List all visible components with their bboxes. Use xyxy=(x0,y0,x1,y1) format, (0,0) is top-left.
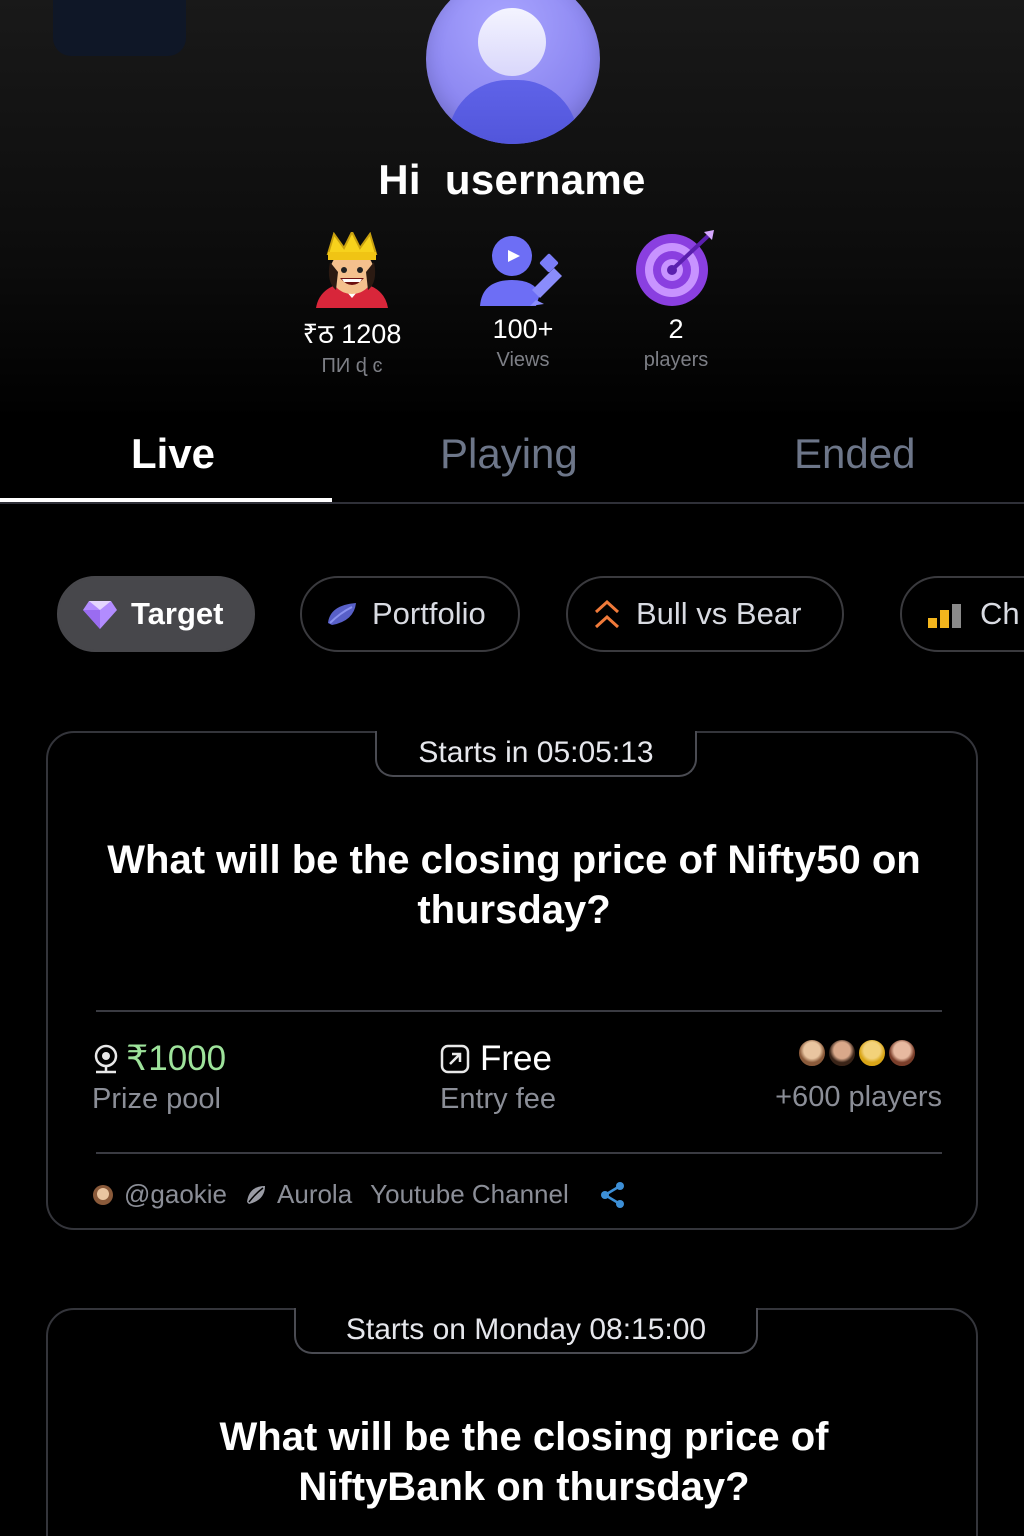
divider xyxy=(96,1010,942,1012)
tab-ended[interactable]: Ended xyxy=(794,430,915,478)
contest-card[interactable]: Starts on Monday 08:15:00 What will be t… xyxy=(46,1308,978,1536)
share-icon[interactable] xyxy=(599,1181,627,1209)
contest-card[interactable]: Starts in 05:05:13 What will be the clos… xyxy=(46,731,978,1230)
coins-value: ₹ठ 1208 xyxy=(302,319,402,349)
avatar-head xyxy=(478,8,546,76)
players-value: 2 xyxy=(668,314,684,344)
entry-fee: Free Entry fee xyxy=(440,1039,556,1116)
contest-question: What will be the closing price of NiftyB… xyxy=(219,1415,829,1509)
coins-label: ПИ ɖ ͼ xyxy=(321,355,383,377)
king-emoji-icon xyxy=(316,232,388,308)
players-label: +600 players xyxy=(775,1081,942,1113)
channel-name[interactable]: Youtube Channel xyxy=(370,1179,569,1210)
external-link-icon xyxy=(440,1044,470,1074)
target-icon xyxy=(636,230,714,306)
fee-label: Entry fee xyxy=(440,1083,557,1115)
sponsor-leaf-icon xyxy=(245,1184,267,1206)
fee-value: Free xyxy=(480,1039,552,1078)
players-count: +600 players xyxy=(754,1039,942,1114)
arrows-icon xyxy=(592,599,622,629)
chip-portfolio-label: Portfolio xyxy=(372,596,486,631)
player-avatar xyxy=(798,1039,826,1067)
player-avatars xyxy=(754,1039,916,1073)
creator-avatar xyxy=(92,1184,114,1206)
chip-chart-label: Ch xyxy=(980,596,1020,631)
prize-label: Prize pool xyxy=(92,1083,221,1115)
chip-portfolio[interactable]: Portfolio xyxy=(300,576,520,652)
divider xyxy=(96,1152,942,1154)
sponsor-name[interactable]: Aurola xyxy=(277,1179,352,1210)
countdown-badge: Starts on Monday 08:15:00 xyxy=(294,1308,758,1354)
tab-live[interactable]: Live xyxy=(131,430,215,478)
countdown-badge: Starts in 05:05:13 xyxy=(375,731,697,777)
tab-bar: Live Playing Ended xyxy=(0,420,1024,504)
diamond-icon xyxy=(83,599,117,629)
contest-home-screen: Hi username ₹ठ 1208 ПИ ɖ ͼ 100+ Views 2 … xyxy=(0,0,1024,1536)
creator-handle[interactable]: @gaokie xyxy=(124,1179,227,1210)
app-badge[interactable] xyxy=(53,0,186,56)
contest-question: What will be the closing price of Nifty5… xyxy=(107,838,921,932)
profile-avatar[interactable] xyxy=(426,0,600,144)
greeting-hi: Hi xyxy=(378,156,421,203)
leaf-icon xyxy=(326,601,358,627)
prize-value: ₹1000 xyxy=(126,1039,227,1078)
chip-bull-vs-bear[interactable]: Bull vs Bear xyxy=(566,576,844,652)
username: username xyxy=(444,156,646,203)
stat-players: 2 players xyxy=(586,228,766,372)
player-avatar xyxy=(828,1039,856,1067)
players-label: players xyxy=(643,349,709,371)
bar-chart-icon xyxy=(926,600,966,628)
prize-pool: ₹1000 Prize pool xyxy=(92,1039,226,1116)
player-avatar xyxy=(888,1039,916,1067)
trophy-icon xyxy=(92,1044,120,1074)
stat-coins: ₹ठ 1208 ПИ ɖ ͼ xyxy=(262,228,442,378)
card-footer: @gaokie Aurola Youtube Channel xyxy=(92,1179,637,1210)
chip-bull-label: Bull vs Bear xyxy=(636,596,802,631)
greeting: Hi username xyxy=(0,156,1024,204)
active-tab-indicator xyxy=(0,498,332,502)
tab-playing[interactable]: Playing xyxy=(440,430,578,478)
chip-target[interactable]: Target xyxy=(57,576,255,652)
user-video-icon xyxy=(480,236,562,306)
chip-chart[interactable]: Ch xyxy=(900,576,1024,652)
chip-target-label: Target xyxy=(131,596,224,631)
avatar-body xyxy=(448,80,578,144)
quote-icon xyxy=(91,0,147,6)
player-avatar xyxy=(858,1039,886,1067)
